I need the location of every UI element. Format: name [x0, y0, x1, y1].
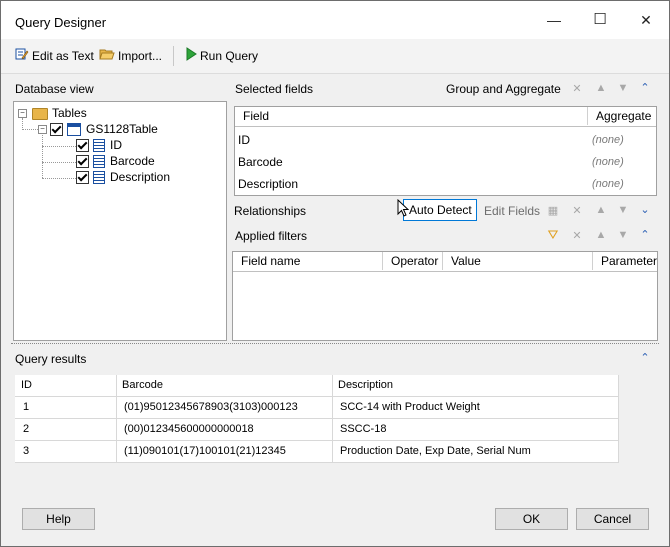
- delete-icon[interactable]: ✕: [570, 82, 584, 95]
- import-button[interactable]: Import...: [99, 47, 162, 65]
- move-down-icon[interactable]: ▼: [616, 229, 630, 241]
- folder-icon: [32, 107, 48, 120]
- move-down-icon[interactable]: ▼: [616, 204, 630, 216]
- run-query-button[interactable]: Run Query: [185, 47, 258, 65]
- relationships-header: Relationships: [234, 204, 307, 218]
- column-header-operator[interactable]: Operator: [383, 252, 443, 270]
- query-designer-window: Query Designer — ☐ ✕ Edit as Text Import…: [0, 0, 670, 547]
- selected-fields-grid: Field Aggregate ID (none) Barcode (none)…: [234, 106, 657, 196]
- edit-as-text-label: Edit as Text: [32, 49, 94, 63]
- move-up-icon[interactable]: ▲: [594, 82, 608, 94]
- edit-as-text-button[interactable]: Edit as Text: [15, 47, 94, 65]
- column-id-label: ID: [110, 138, 122, 152]
- import-label: Import...: [118, 49, 163, 63]
- toolbar-separator: [173, 46, 174, 66]
- column-description-checkbox[interactable]: [76, 171, 89, 185]
- cancel-button[interactable]: Cancel: [576, 508, 649, 530]
- run-icon: [185, 47, 197, 66]
- database-view-tree: − Tables − GS1128Table ID Barcode Descri…: [13, 101, 227, 341]
- column-barcode-label: Barcode: [110, 154, 155, 168]
- help-button[interactable]: Help: [22, 508, 95, 530]
- result-header-id[interactable]: ID: [21, 379, 32, 391]
- result-header-barcode[interactable]: Barcode: [122, 379, 163, 391]
- result-description[interactable]: Production Date, Exp Date, Serial Num: [340, 445, 531, 457]
- result-barcode[interactable]: (00)012345600000000018: [124, 423, 254, 435]
- tree-node-table-label: GS1128Table: [86, 122, 158, 136]
- selected-fields-header: Selected fields: [235, 82, 314, 96]
- result-barcode[interactable]: (01)95012345678903(3103)000123: [124, 401, 298, 413]
- mouse-cursor-icon: [397, 199, 409, 217]
- move-up-icon[interactable]: ▲: [594, 229, 608, 241]
- result-barcode[interactable]: (11)090101(17)100101(21)12345: [124, 445, 286, 457]
- selected-field-barcode[interactable]: Barcode: [238, 155, 283, 169]
- result-description[interactable]: SCC-14 with Product Weight: [340, 401, 480, 413]
- delete-relationship-icon[interactable]: ✕: [570, 204, 584, 217]
- tree-node-column-description[interactable]: Description: [76, 169, 170, 185]
- aggregate-description[interactable]: (none): [592, 178, 624, 190]
- expand-icon[interactable]: ⌄: [638, 203, 652, 216]
- column-icon: [93, 155, 105, 169]
- aggregate-barcode[interactable]: (none): [592, 156, 624, 168]
- edit-fields-button[interactable]: Edit Fields: [484, 204, 540, 218]
- collapse-icon[interactable]: ⌃: [638, 228, 652, 241]
- add-filter-icon[interactable]: ⛛: [546, 227, 560, 243]
- tables-collapse-toggle[interactable]: −: [18, 109, 27, 118]
- splitter[interactable]: [11, 343, 659, 344]
- collapse-icon[interactable]: ⌃: [638, 351, 652, 364]
- column-id-checkbox[interactable]: [76, 139, 89, 153]
- applied-filters-grid: Field name Operator Value Parameter: [232, 251, 658, 341]
- run-query-label: Run Query: [200, 49, 259, 63]
- aggregate-id[interactable]: (none): [592, 134, 624, 146]
- auto-detect-button[interactable]: Auto Detect: [403, 199, 477, 221]
- window-title: Query Designer: [15, 15, 107, 30]
- column-header-field[interactable]: Field: [235, 107, 588, 125]
- close-button[interactable]: ✕: [623, 1, 669, 39]
- query-results-grid: ID Barcode Description 1 (01)95012345678…: [15, 375, 619, 463]
- title-bar: Query Designer — ☐ ✕: [1, 1, 669, 39]
- tree-node-table[interactable]: GS1128Table: [50, 121, 158, 137]
- database-view-header: Database view: [15, 82, 94, 96]
- column-header-aggregate[interactable]: Aggregate: [588, 107, 656, 125]
- result-id[interactable]: 3: [23, 445, 29, 457]
- edit-text-icon: [15, 47, 29, 66]
- column-header-value[interactable]: Value: [443, 252, 593, 270]
- move-down-icon[interactable]: ▼: [616, 82, 630, 94]
- table-checkbox[interactable]: [50, 123, 63, 137]
- group-and-aggregate-button[interactable]: Group and Aggregate: [446, 82, 561, 96]
- dialog-footer: [1, 493, 669, 546]
- column-icon: [93, 171, 105, 185]
- add-relationship-icon[interactable]: ▦: [546, 204, 560, 217]
- move-up-icon[interactable]: ▲: [594, 204, 608, 216]
- tree-node-column-id[interactable]: ID: [76, 137, 122, 153]
- column-description-label: Description: [110, 170, 171, 184]
- tree-node-tables[interactable]: Tables: [32, 105, 87, 121]
- result-header-description[interactable]: Description: [338, 379, 393, 391]
- collapse-icon[interactable]: ⌃: [638, 81, 652, 94]
- tree-node-tables-label: Tables: [52, 106, 87, 120]
- result-description[interactable]: SSCC-18: [340, 423, 386, 435]
- query-results-header: Query results: [15, 352, 87, 366]
- selected-field-description[interactable]: Description: [238, 177, 298, 191]
- column-header-field-name[interactable]: Field name: [233, 252, 383, 270]
- maximize-button[interactable]: ☐: [577, 1, 623, 39]
- result-id[interactable]: 1: [23, 401, 29, 413]
- open-folder-icon: [99, 47, 115, 66]
- tree-node-column-barcode[interactable]: Barcode: [76, 153, 155, 169]
- ok-button[interactable]: OK: [495, 508, 568, 530]
- toolbar: Edit as Text Import... Run Query: [1, 39, 669, 74]
- applied-filters-header: Applied filters: [235, 229, 308, 243]
- minimize-button[interactable]: —: [531, 1, 577, 39]
- result-id[interactable]: 2: [23, 423, 29, 435]
- table-collapse-toggle[interactable]: −: [38, 125, 47, 134]
- column-icon: [93, 139, 105, 153]
- column-barcode-checkbox[interactable]: [76, 155, 89, 169]
- delete-filter-icon[interactable]: ✕: [570, 229, 584, 242]
- selected-field-id[interactable]: ID: [238, 133, 250, 147]
- column-header-parameter[interactable]: Parameter: [593, 252, 657, 270]
- table-icon: [67, 123, 81, 137]
